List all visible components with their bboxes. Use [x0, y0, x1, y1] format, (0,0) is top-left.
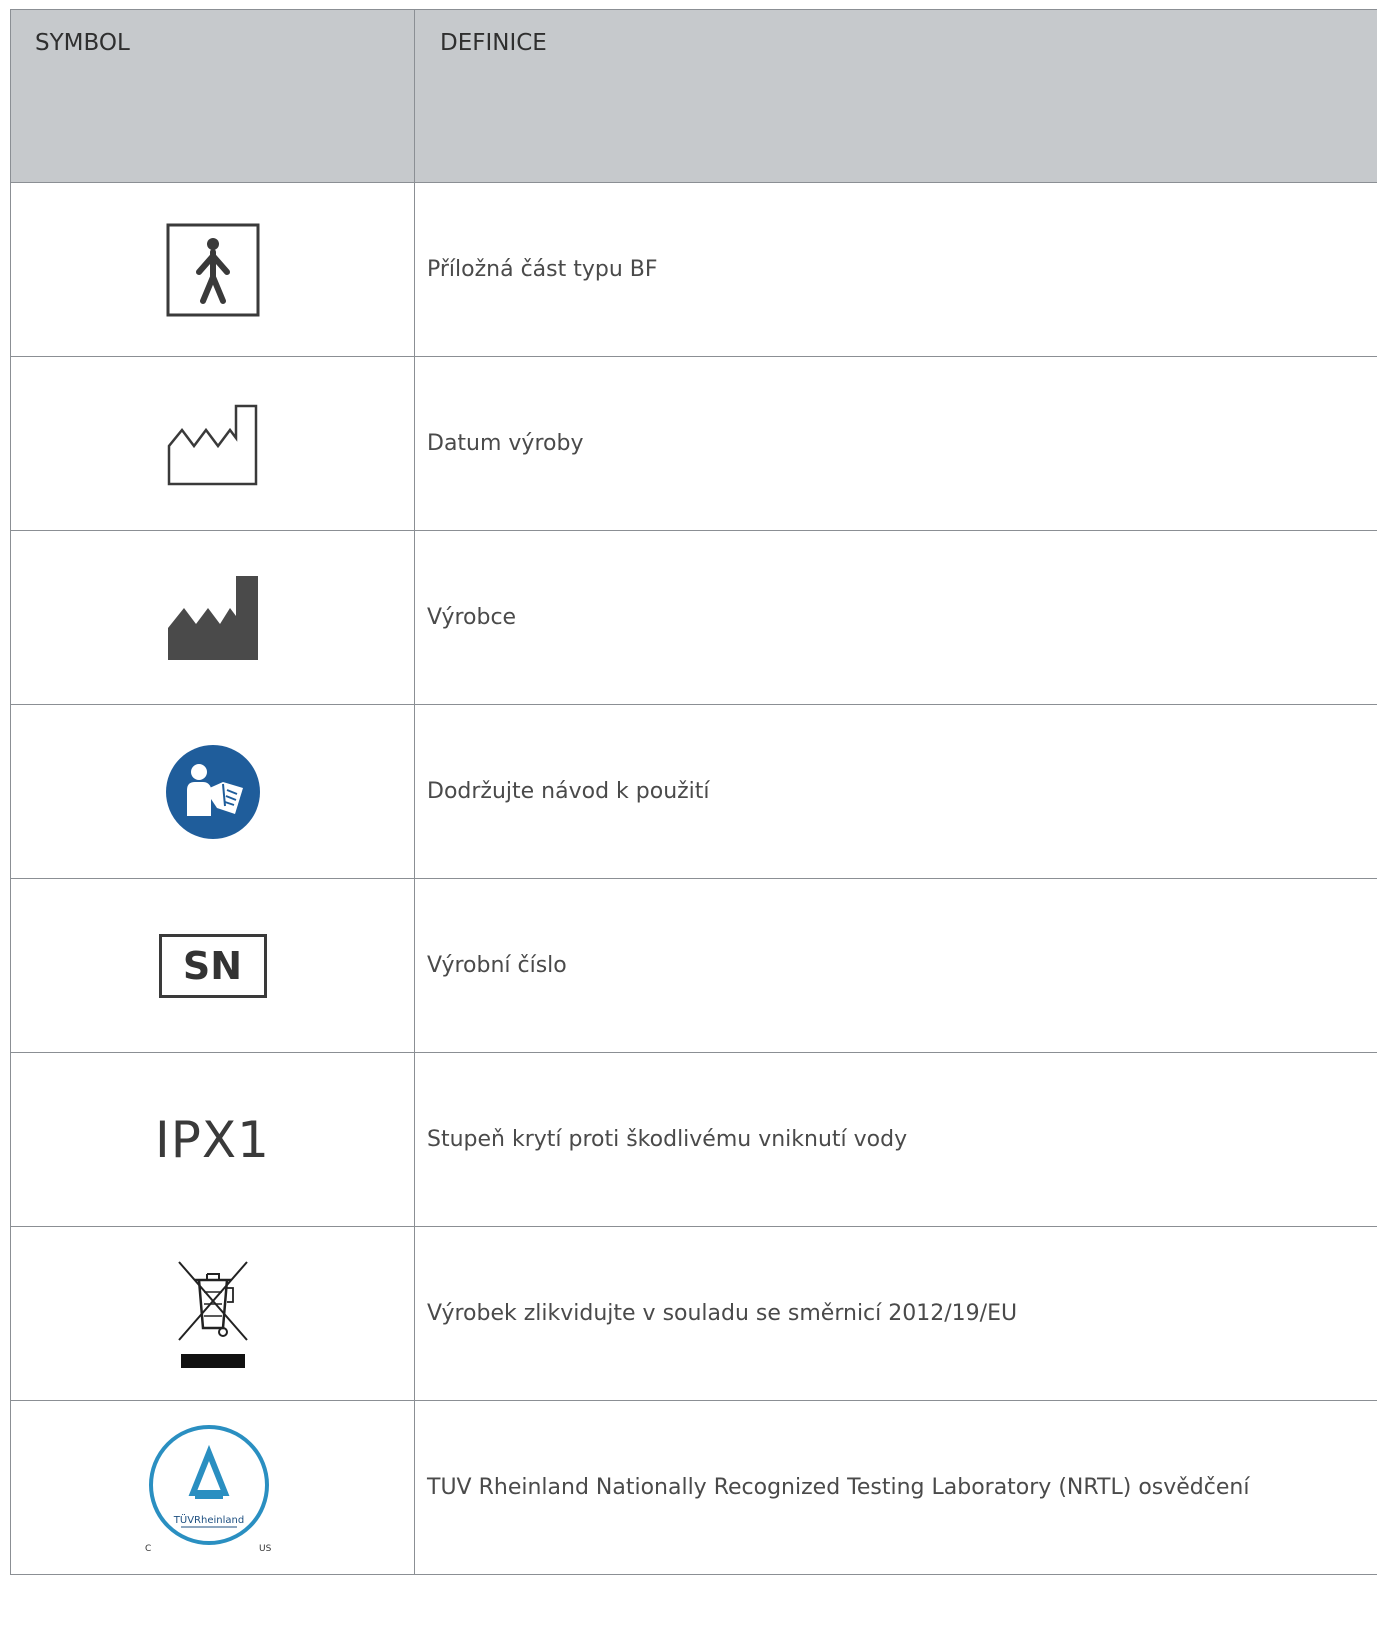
bf-applied-part-icon [166, 223, 259, 316]
column-divider [414, 10, 415, 184]
serial-number-icon: SN [158, 933, 267, 998]
weee-disposal-icon [177, 1260, 248, 1368]
serial-number-label: SN [182, 943, 243, 988]
definition-text: TUV Rheinland Nationally Recognized Test… [427, 1475, 1250, 1500]
ingress-protection-icon: IPX1 [155, 1110, 270, 1169]
definition-text: Příložná část typu BF [427, 257, 658, 282]
tuv-us-mark: US [259, 1544, 272, 1553]
table-row: IPX1 Stupeň krytí proti škodlivému vnikn… [10, 1053, 1377, 1227]
definition-text: Stupeň krytí proti škodlivému vniknutí v… [427, 1127, 908, 1152]
definition-text: Výrobní číslo [427, 953, 567, 978]
symbol-cell [11, 357, 414, 530]
symbol-cell [11, 705, 414, 878]
table-row: SN Výrobní číslo [10, 879, 1377, 1053]
table-row: Dodržujte návod k použití [10, 705, 1377, 879]
table-row: Výrobce [10, 531, 1377, 705]
definition-text: Dodržujte návod k použití [427, 779, 710, 804]
table-row: TÜVRheinland C US TUV Rheinland National… [10, 1401, 1377, 1575]
symbol-table: SYMBOL DEFINICE Příložná část typu BF Da… [10, 9, 1377, 1629]
symbol-cell: IPX1 [11, 1053, 414, 1226]
definition-text: Výrobek zlikvidujte v souladu se směrnic… [427, 1301, 1018, 1326]
table-row: Příložná část typu BF [10, 183, 1377, 357]
tuv-logo-text: TÜVRheinland [172, 1513, 243, 1526]
symbol-cell [11, 1227, 414, 1400]
symbol-cell: TÜVRheinland C US [11, 1401, 414, 1574]
header-definition: DEFINICE [440, 30, 547, 56]
table-header: SYMBOL DEFINICE [10, 9, 1377, 184]
follow-instructions-icon [165, 744, 260, 839]
definition-text: Výrobce [427, 605, 517, 630]
symbol-cell [11, 183, 414, 356]
symbol-cell [11, 531, 414, 704]
manufacturer-icon [167, 575, 258, 660]
header-symbol: SYMBOL [35, 30, 130, 56]
tuv-c-mark: C [145, 1544, 151, 1553]
definition-text: Datum výroby [427, 431, 584, 456]
tuv-rheinland-icon: TÜVRheinland C US [145, 1424, 272, 1553]
manufacture-date-icon [167, 404, 257, 485]
table-row: Datum výroby [10, 357, 1377, 531]
symbol-cell: SN [11, 879, 414, 1052]
table-row: Výrobek zlikvidujte v souladu se směrnic… [10, 1227, 1377, 1401]
